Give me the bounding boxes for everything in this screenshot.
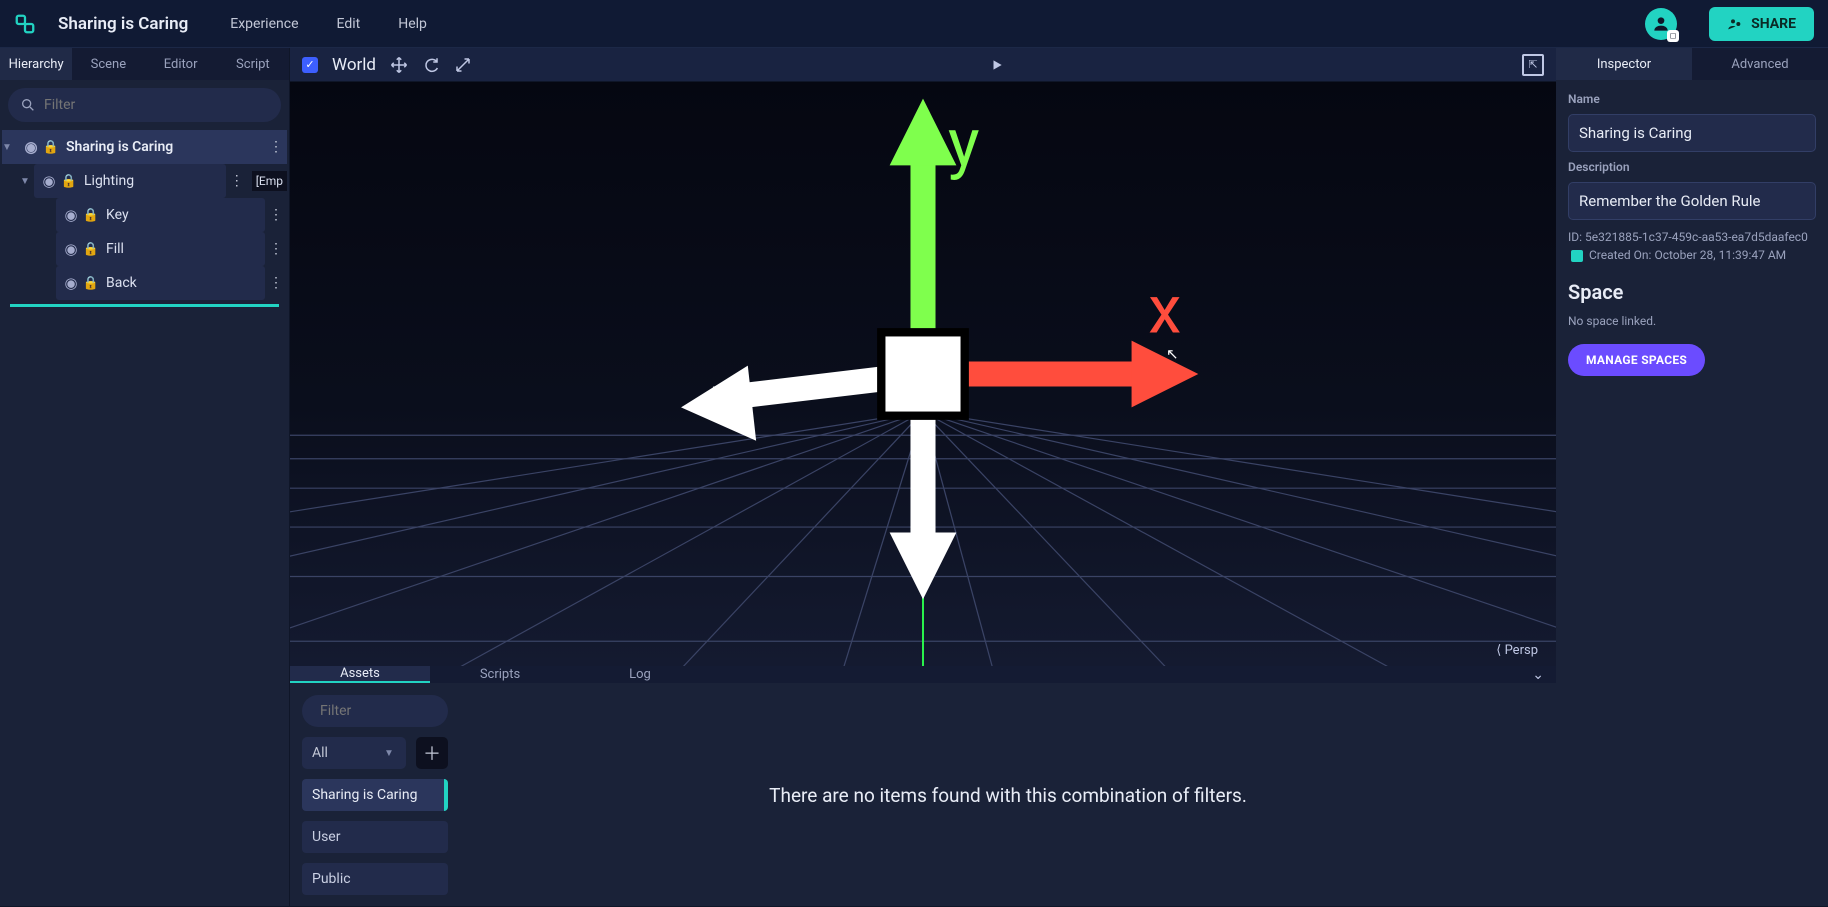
left-panel: Hierarchy Scene Editor Script ▼ ◉ 🔒 Shar… [0,48,290,906]
description-field[interactable]: Remember the Golden Rule [1568,182,1816,220]
menu-experience[interactable]: Experience [222,10,306,38]
hierarchy-filter[interactable] [8,88,281,122]
visibility-icon[interactable]: ◉ [38,172,60,190]
play-button[interactable] [990,58,1004,72]
tab-script[interactable]: Script [217,48,289,80]
rotate-tool-icon[interactable] [422,56,440,74]
tree-item-key[interactable]: ◉ 🔒 Key ⋮ [2,198,287,232]
tree-root-label: Sharing is Caring [60,139,259,155]
tree-tag: [Emp [252,171,287,191]
share-button-label: SHARE [1751,16,1796,32]
manage-spaces-button[interactable]: MANAGE SPACES [1568,344,1705,376]
fullscreen-button[interactable]: ⇱ [1522,54,1544,76]
collapse-icon[interactable]: ▼ [20,176,34,187]
avatar-badge-icon: ◻ [1667,30,1679,42]
collapse-icon[interactable]: ▼ [2,142,16,153]
visibility-icon[interactable]: ◉ [60,206,82,224]
tree-row-menu[interactable]: ⋮ [265,232,287,266]
tree-row-menu[interactable]: ⋮ [226,164,248,198]
hierarchy-filter-input[interactable] [44,97,269,113]
scale-tool-icon[interactable] [454,56,472,74]
collapse-panel-icon[interactable]: ⌄ [1532,667,1544,683]
world-label: World [332,55,376,75]
top-bar: Sharing is Caring Experience Edit Help ◻… [0,0,1828,48]
assets-scope-dropdown[interactable]: All▼ [302,737,406,769]
tab-hierarchy[interactable]: Hierarchy [0,48,72,80]
category-user[interactable]: User [302,821,448,853]
tree-root[interactable]: ▼ ◉ 🔒 Sharing is Caring ⋮ [2,130,287,164]
perspective-label[interactable]: ⟨ Persp [1496,643,1538,658]
category-public[interactable]: Public [302,863,448,895]
app-title: Sharing is Caring [58,14,188,34]
share-icon [1727,16,1743,32]
lock-icon[interactable]: 🔒 [82,242,100,257]
tree-item-back[interactable]: ◉ 🔒 Back ⋮ [2,266,287,300]
svg-text:x: x [1148,271,1181,349]
name-label: Name [1568,92,1816,106]
left-tabs: Hierarchy Scene Editor Script [0,48,289,80]
space-status: No space linked. [1568,312,1816,330]
tree-group-lighting[interactable]: ▼ ◉ 🔒 Lighting ⋮ [Emp [2,164,287,198]
copy-id-icon[interactable] [1571,250,1583,262]
description-label: Description [1568,160,1816,174]
tree-item-fill[interactable]: ◉ 🔒 Fill ⋮ [2,232,287,266]
visibility-icon[interactable]: ◉ [60,240,82,258]
space-heading: Space [1568,280,1816,304]
search-icon [20,97,36,113]
share-button[interactable]: SHARE [1709,7,1814,41]
tree-row-menu[interactable]: ⋮ [265,130,287,164]
tree-item-label: Back [100,275,265,291]
lock-icon[interactable]: 🔒 [42,140,60,155]
accent-bar [10,304,279,307]
tree-row-menu[interactable]: ⋮ [265,198,287,232]
meta-info: ID: 5e321885-1c37-459c-aa53-ea7d5daafec0… [1568,228,1816,264]
move-tool-icon[interactable] [390,56,408,74]
bottom-tabs: Assets Scripts Log ⌄ [290,666,1556,683]
axis-gizmo-icon[interactable]: y x [290,82,1556,666]
name-field[interactable]: Sharing is Caring [1568,114,1816,152]
menu-edit[interactable]: Edit [329,10,369,38]
avatar[interactable]: ◻ [1645,8,1677,40]
tree-item-label: Fill [100,241,265,257]
menu-help[interactable]: Help [390,10,435,38]
tab-scripts[interactable]: Scripts [430,666,570,683]
viewport[interactable]: y x ⟨ Persp ↖ [290,82,1556,666]
hierarchy-tree: ▼ ◉ 🔒 Sharing is Caring ⋮ ▼ ◉ 🔒 Lighting… [0,130,289,307]
category-project[interactable]: Sharing is Caring [302,779,448,811]
svg-text:y: y [948,104,980,182]
lock-icon[interactable]: 🔒 [60,174,78,189]
tab-inspector[interactable]: Inspector [1556,48,1692,80]
tree-item-label: Key [100,207,265,223]
tab-advanced[interactable]: Advanced [1692,48,1828,80]
bottom-panel: Assets Scripts Log ⌄ All▼ ＋ Sharing is C [290,666,1556,906]
visibility-icon[interactable]: ◉ [20,138,42,156]
viewport-toolbar: ✓ World ⇱ [290,48,1556,82]
chevron-down-icon: ▼ [384,748,396,759]
right-panel: Inspector Advanced Name Sharing is Carin… [1556,48,1828,906]
tab-editor[interactable]: Editor [145,48,217,80]
tab-assets[interactable]: Assets [290,666,430,683]
world-checkbox[interactable]: ✓ [302,57,318,73]
assets-sidebar: All▼ ＋ Sharing is Caring User Public [290,683,460,907]
tab-scene[interactable]: Scene [72,48,144,80]
visibility-icon[interactable]: ◉ [60,274,82,292]
app-logo-icon [14,13,36,35]
tree-group-label: Lighting [78,173,226,189]
lock-icon[interactable]: 🔒 [82,276,100,291]
right-tabs: Inspector Advanced [1556,48,1828,80]
assets-empty-message: There are no items found with this combi… [460,683,1556,907]
add-asset-button[interactable]: ＋ [416,737,448,769]
tree-row-menu[interactable]: ⋮ [265,266,287,300]
tab-log[interactable]: Log [570,666,710,683]
assets-filter[interactable] [302,695,448,727]
center-panel: ✓ World ⇱ y x ⟨ Persp [290,48,1556,906]
lock-icon[interactable]: 🔒 [82,208,100,223]
